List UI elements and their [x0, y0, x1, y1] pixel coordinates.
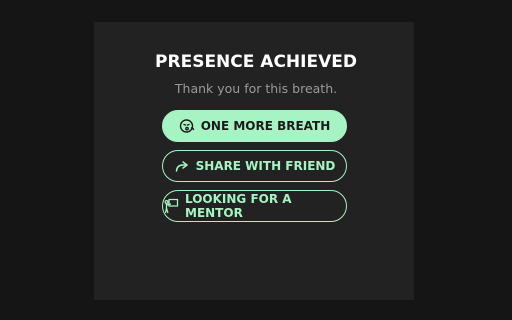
share-with-friend-button[interactable]: SHARE WITH FRIEND	[162, 150, 347, 182]
looking-for-mentor-button[interactable]: LOOKING FOR A MENTOR	[162, 190, 347, 222]
page-title: PRESENCE ACHIEVED	[155, 52, 357, 72]
page-subtitle: Thank you for this breath.	[174, 81, 338, 96]
face-exhale-icon	[179, 118, 195, 134]
one-more-breath-label: ONE MORE BREATH	[200, 119, 331, 133]
one-more-breath-button[interactable]: ONE MORE BREATH	[162, 110, 347, 142]
mentor-icon	[163, 198, 179, 214]
share-arrow-icon	[174, 158, 190, 174]
looking-for-mentor-label: LOOKING FOR A MENTOR	[185, 192, 292, 220]
share-with-friend-label: SHARE WITH FRIEND	[195, 159, 336, 173]
